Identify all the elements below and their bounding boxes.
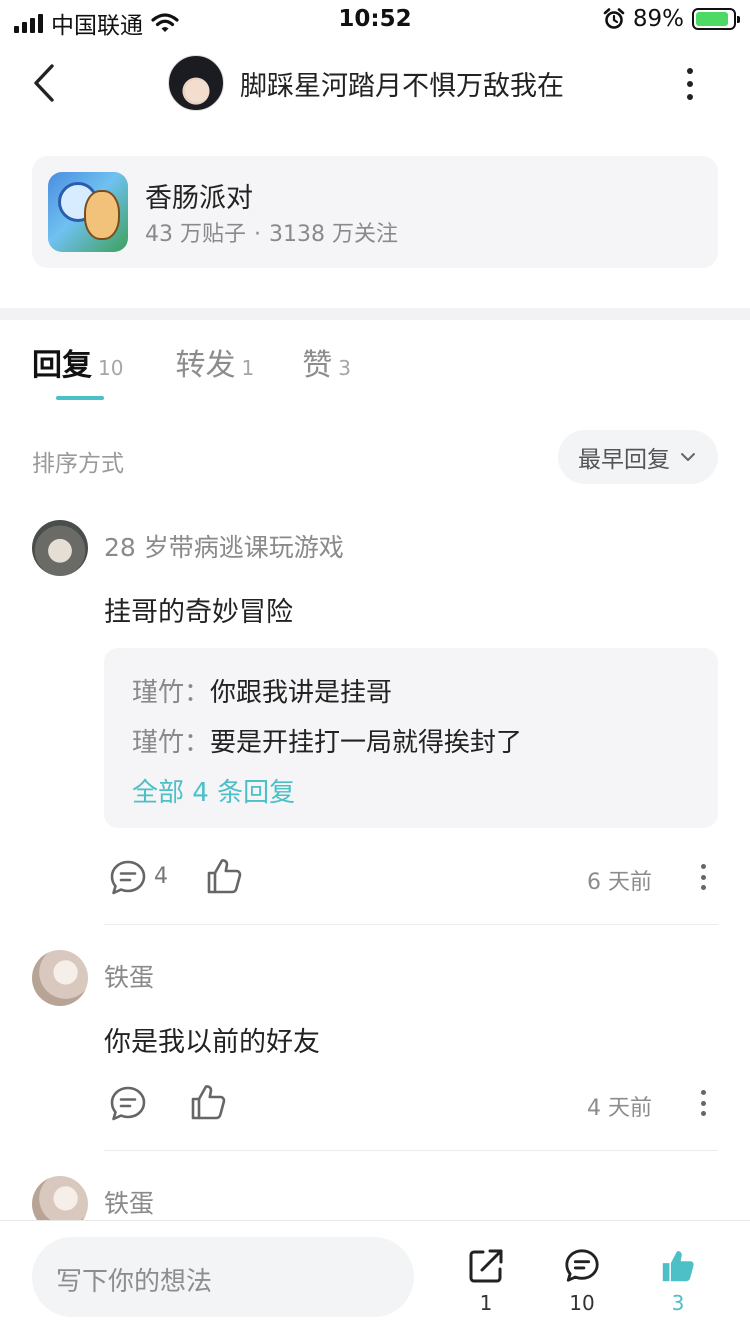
comment-username[interactable]: 铁蛋 — [104, 958, 154, 994]
author-avatar[interactable] — [168, 55, 224, 111]
battery-level — [696, 12, 729, 26]
battery-icon — [692, 8, 740, 30]
comment-icon[interactable] — [108, 858, 148, 898]
reply-text: 你跟我讲是挂哥 — [210, 678, 393, 708]
forum-posts: 43 万贴子 — [145, 222, 246, 247]
comment-username[interactable]: 28 岁带病逃课玩游戏 — [104, 528, 344, 564]
comment-more-button[interactable] — [698, 864, 708, 890]
forum-logo — [48, 172, 128, 252]
battery-percent: 89% — [632, 6, 684, 32]
alarm-icon — [603, 8, 625, 29]
tab-bar: 回复 10 转发 1 赞 3 — [32, 340, 351, 400]
nav-bar: 脚踩星河踏月不惧万敌我在 — [0, 40, 750, 128]
stats-separator: · — [254, 222, 261, 247]
tab-replies[interactable]: 回复 10 — [32, 340, 123, 400]
comment-time: 4 天前 — [587, 1096, 652, 1121]
share-count: 1 — [479, 1291, 493, 1315]
like-button[interactable]: 3 — [648, 1247, 708, 1315]
avatar[interactable] — [32, 520, 88, 576]
chevron-down-icon — [681, 453, 695, 461]
share-icon — [469, 1249, 503, 1283]
active-tab-indicator — [56, 396, 104, 400]
view-all-replies-link[interactable]: 全部 4 条回复 — [132, 772, 295, 809]
avatar[interactable] — [32, 950, 88, 1006]
comment-input[interactable]: 写下你的想法 — [32, 1237, 414, 1317]
comment-divider — [104, 1150, 718, 1151]
comment-icon — [565, 1249, 599, 1282]
reply-author[interactable]: 瑾竹 — [132, 678, 184, 708]
comment-count: 10 — [569, 1291, 595, 1315]
tab-count: 3 — [338, 356, 351, 380]
sort-label: 排序方式 — [32, 451, 124, 477]
tab-label: 回复 — [32, 348, 92, 383]
thumbs-up-filled-icon — [662, 1251, 694, 1282]
comment-more-button[interactable] — [698, 1090, 708, 1116]
comment-content[interactable]: 挂哥的奇妙冒险 — [104, 590, 293, 629]
tab-reposts[interactable]: 转发 1 — [175, 340, 254, 400]
tab-label: 转发 — [175, 348, 236, 383]
comment-content[interactable]: 你是我以前的好友 — [104, 1020, 320, 1059]
status-right: 89% — [603, 6, 740, 32]
like-count: 3 — [671, 1291, 685, 1315]
back-button[interactable] — [28, 60, 68, 106]
comment-username[interactable]: 铁蛋 — [104, 1184, 154, 1220]
reply-line: 瑾竹：你跟我讲是挂哥 — [132, 678, 393, 708]
share-button[interactable]: 1 — [456, 1247, 516, 1315]
forum-followers: 3138 万关注 — [269, 222, 398, 247]
comment-input-placeholder: 写下你的想法 — [56, 1267, 213, 1297]
bottom-bar: 写下你的想法 1 10 3 — [0, 1220, 750, 1334]
post-detail-page: 中国联通 10:52 89% 脚踩星河踏月不惧万敌我在 香肠派对 43 万贴子 … — [0, 0, 750, 1334]
comment-time: 6 天前 — [587, 870, 652, 895]
sort-selected: 最早回复 — [578, 447, 670, 473]
tab-likes[interactable]: 赞 3 — [302, 340, 351, 400]
reply-count: 4 — [154, 864, 168, 889]
comment-divider — [104, 924, 718, 925]
author-name[interactable]: 脚踩星河踏月不惧万敌我在 — [240, 64, 564, 103]
tab-count: 10 — [98, 356, 124, 380]
comment-actions: 4 天前 — [0, 1082, 750, 1126]
tab-label: 赞 — [302, 348, 333, 383]
forum-stats: 43 万贴子 · 3138 万关注 — [145, 216, 398, 248]
author-info[interactable]: 脚踩星河踏月不惧万敌我在 — [168, 55, 564, 111]
reply-line: 瑾竹：要是开挂打一局就得挨封了 — [132, 728, 523, 758]
forum-name: 香肠派对 — [145, 183, 253, 214]
reply-preview[interactable]: 瑾竹：你跟我讲是挂哥 瑾竹：要是开挂打一局就得挨封了 全部 4 条回复 — [104, 648, 718, 828]
section-divider — [0, 308, 750, 320]
sort-dropdown[interactable]: 最早回复 — [558, 430, 718, 484]
comment-icon[interactable] — [108, 1084, 148, 1124]
status-bar: 中国联通 10:52 89% — [0, 0, 750, 40]
comment-actions: 4 6 天前 — [0, 856, 750, 900]
comments-button[interactable]: 10 — [552, 1247, 612, 1315]
reply-text: 要是开挂打一局就得挨封了 — [210, 728, 523, 758]
thumbs-up-icon[interactable] — [204, 856, 244, 896]
forum-card[interactable]: 香肠派对 43 万贴子 · 3138 万关注 — [32, 156, 718, 268]
thumbs-up-icon[interactable] — [188, 1082, 228, 1122]
more-options-button[interactable] — [678, 68, 702, 100]
tab-count: 1 — [241, 356, 255, 380]
reply-author[interactable]: 瑾竹 — [132, 728, 184, 758]
